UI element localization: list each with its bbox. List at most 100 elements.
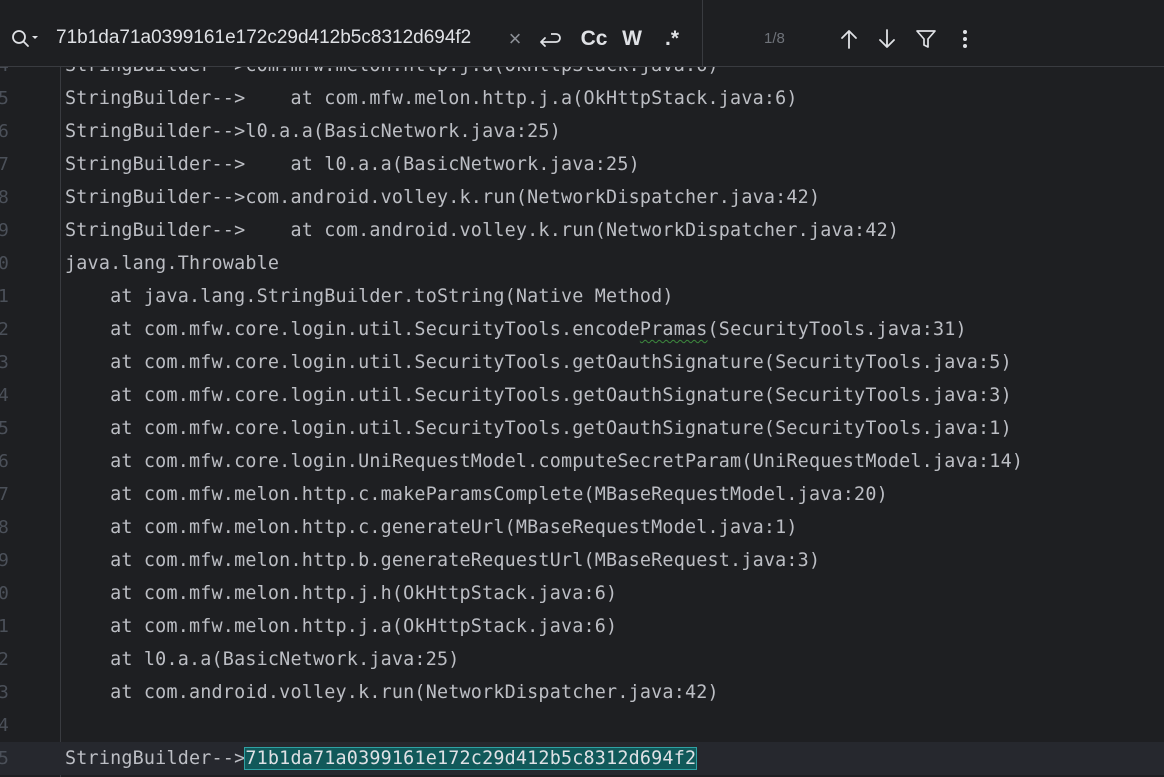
line-number: 2 [0,319,9,340]
match-case-button[interactable]: Cc [578,24,610,54]
line-text: at com.mfw.core.login.util.SecurityTools… [65,319,967,340]
line-text-segment: at com.mfw.melon.http.j.h(OkHttpStack.ja… [65,583,618,604]
line-text: at com.mfw.core.login.UniRequestModel.co… [65,451,1023,472]
line-text: StringBuilder-->l0.a.a(BasicNetwork.java… [65,121,561,142]
line-number: 5 [0,748,9,769]
line-text: at com.mfw.melon.http.j.h(OkHttpStack.ja… [65,583,617,604]
next-occurrence-icon[interactable] [874,26,900,52]
code-line[interactable]: 7 at com.mfw.melon.http.c.makeParamsComp… [0,478,1164,511]
typo-warning-word[interactable]: Pramas [640,319,708,340]
line-number: 7 [0,484,9,505]
line-text-segment: StringBuilder--> at com.android.volley.k… [65,220,900,241]
code-line[interactable]: 6 at com.mfw.core.login.UniRequestModel.… [0,445,1164,478]
search-match-highlight[interactable]: 71b1da71a0399161e172c29d412b5c8312d694f2 [244,747,698,770]
line-text-segment: StringBuilder-->l0.a.a(BasicNetwork.java… [65,121,561,142]
previous-occurrence-icon[interactable] [836,26,862,52]
line-text: StringBuilder--> at com.android.volley.k… [65,220,899,241]
line-number: 5 [0,418,9,439]
line-text-segment: at com.mfw.core.login.util.SecurityTools… [65,319,640,340]
line-text: at com.mfw.melon.http.c.makeParamsComple… [65,484,888,505]
line-number: 0 [0,583,9,604]
line-number: 1 [0,286,9,307]
line-text-segment: at com.mfw.melon.http.b.generateRequestU… [65,550,821,571]
line-text-segment: StringBuilder--> at l0.a.a(BasicNetwork.… [65,154,640,175]
line-text: at com.mfw.melon.http.b.generateRequestU… [65,550,820,571]
line-number: 2 [0,649,9,670]
line-number: 4 [0,385,9,406]
line-text: at com.mfw.melon.http.c.generateUrl(MBas… [65,517,798,538]
code-line[interactable]: 7 StringBuilder--> at l0.a.a(BasicNetwork… [0,148,1164,181]
code-line[interactable]: 8 StringBuilder-->com.android.volley.k.ru… [0,181,1164,214]
code-line[interactable]: 5 at com.mfw.core.login.util.SecurityToo… [0,412,1164,445]
line-text-segment: at java.lang.StringBuilder.toString(Nati… [65,286,674,307]
line-text: at l0.a.a(BasicNetwork.java:25) [65,649,460,670]
code-line[interactable]: 4 at com.mfw.core.login.util.SecurityToo… [0,379,1164,412]
regex-button[interactable]: .* [658,24,686,54]
search-input[interactable] [56,24,496,52]
line-text: at com.android.volley.k.run(NetworkDispa… [65,682,719,703]
line-text-segment: StringBuilder-->com.android.volley.k.run… [65,187,821,208]
line-text-segment: at com.mfw.melon.http.j.a(OkHttpStack.ja… [65,616,618,637]
clear-search-icon[interactable]: × [504,24,526,54]
line-text-segment: at com.mfw.melon.http.c.makeParamsComple… [65,484,888,505]
code-line[interactable]: 5 StringBuilder--> at com.mfw.melon.http.… [0,82,1164,115]
line-text: java.lang.Throwable [65,253,279,274]
code-line[interactable]: 0 at com.mfw.melon.http.j.h(OkHttpStack.… [0,577,1164,610]
line-text-segment: StringBuilder--> at com.mfw.melon.http.j… [65,88,798,109]
line-text: at com.mfw.core.login.util.SecurityTools… [65,418,1012,439]
line-text-segment: at com.mfw.core.login.util.SecurityTools… [65,385,1012,406]
line-number: 9 [0,220,9,241]
line-text-segment: StringBuilder--> [65,748,246,769]
new-line-icon[interactable] [534,24,564,54]
line-number: 1 [0,616,9,637]
code-line[interactable]: 4 StringBuilder-->com.mfw.melon.http.j.a(… [0,67,1164,82]
line-text: StringBuilder--> at l0.a.a(BasicNetwork.… [65,154,640,175]
code-line[interactable]: 8 at com.mfw.melon.http.c.generateUrl(MB… [0,511,1164,544]
more-options-icon[interactable] [952,26,978,52]
line-number: 6 [0,121,9,142]
line-text-segment: StringBuilder-->com.mfw.melon.http.j.a(O… [65,67,719,76]
line-text-segment: (SecurityTools.java:31) [707,319,967,340]
line-text: at com.mfw.melon.http.j.a(OkHttpStack.ja… [65,616,617,637]
code-line[interactable]: 1 at com.mfw.melon.http.j.a(OkHttpStack.… [0,610,1164,643]
match-count: 1/8 [764,30,785,47]
code-line[interactable]: 6 StringBuilder-->l0.a.a(BasicNetwork.jav… [0,115,1164,148]
line-number: 0 [0,253,9,274]
code-line[interactable]: 2 at com.mfw.core.login.util.SecurityToo… [0,313,1164,346]
line-number: 8 [0,187,9,208]
line-text: StringBuilder-->com.android.volley.k.run… [65,187,820,208]
code-line[interactable]: 3 at com.android.volley.k.run(NetworkDis… [0,676,1164,709]
line-text-segment: java.lang.Throwable [65,253,280,274]
line-number: 4 [0,67,12,76]
line-text-segment: at com.mfw.melon.http.c.generateUrl(MBas… [65,517,798,538]
code-line[interactable]: 4 [0,709,1164,742]
filter-icon[interactable] [913,26,939,52]
code-line[interactable]: 9 at com.mfw.melon.http.b.generateReques… [0,544,1164,577]
code-line[interactable]: 3 at com.mfw.core.login.util.SecurityToo… [0,346,1164,379]
line-text: StringBuilder-->71b1da71a0399161e172c29d… [65,747,698,770]
line-number: 3 [0,352,9,373]
code-line[interactable]: 9 StringBuilder--> at com.android.volley.… [0,214,1164,247]
line-number: 4 [0,715,9,736]
line-text-segment: at com.mfw.core.login.util.SecurityTools… [65,418,1012,439]
line-text-segment: at com.mfw.core.login.util.SecurityTools… [65,352,1012,373]
code-line-current[interactable]: 5 StringBuilder-->71b1da71a0399161e172c29… [0,742,1164,775]
line-text: StringBuilder-->com.mfw.melon.http.j.a(O… [65,67,719,76]
code-line[interactable]: 2 at l0.a.a(BasicNetwork.java:25) [0,643,1164,676]
line-text: at com.mfw.core.login.util.SecurityTools… [65,385,1012,406]
line-text: at java.lang.StringBuilder.toString(Nati… [65,286,674,307]
line-text-segment: at l0.a.a(BasicNetwork.java:25) [65,649,460,670]
find-field-area: × Cc W .* [0,0,703,66]
line-number: 3 [0,682,9,703]
search-history-icon[interactable] [10,28,40,50]
code-line[interactable]: 0 java.lang.Throwable [0,247,1164,280]
code-line[interactable]: 1 at java.lang.StringBuilder.toString(Na… [0,280,1164,313]
line-text-segment: at com.mfw.core.login.UniRequestModel.co… [65,451,1024,472]
line-text: at com.mfw.core.login.util.SecurityTools… [65,352,1012,373]
line-number: 6 [0,451,9,472]
line-number: 5 [0,88,9,109]
whole-words-button[interactable]: W [618,24,646,54]
editor-area[interactable]: 4 StringBuilder-->com.mfw.melon.http.j.a(… [0,67,1164,777]
find-bar: × Cc W .* 1/8 [0,0,1164,67]
line-text-segment: at com.android.volley.k.run(NetworkDispa… [65,682,719,703]
